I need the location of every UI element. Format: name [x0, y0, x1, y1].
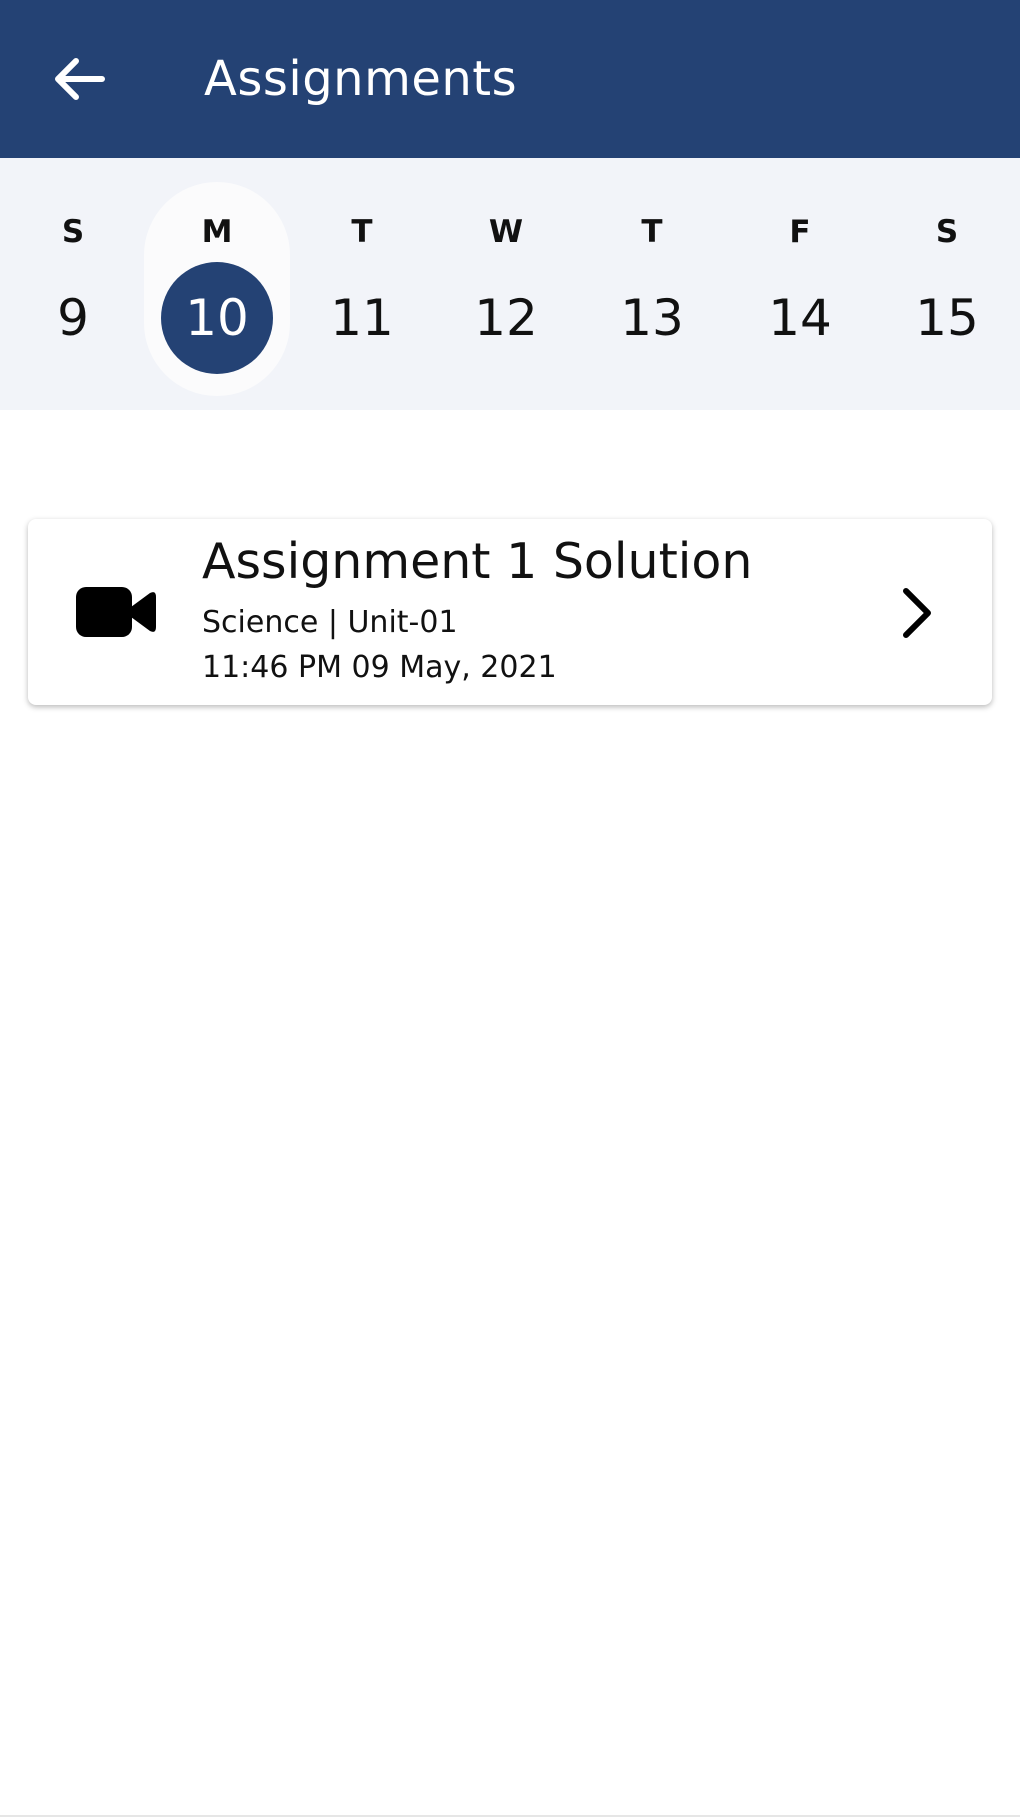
day-number: 13	[620, 289, 684, 347]
day-fri-14[interactable]: F 14	[727, 182, 873, 396]
assignment-title: Assignment 1 Solution	[202, 533, 753, 590]
chevron-right-icon[interactable]	[888, 585, 944, 641]
day-number: 15	[915, 289, 979, 347]
day-sat-15[interactable]: S 15	[874, 182, 1020, 396]
bottom-divider	[0, 1815, 1020, 1817]
assignment-subject-unit: Science | Unit-01	[202, 605, 458, 640]
day-letter: M	[201, 214, 233, 250]
app-bar: Assignments	[0, 0, 1020, 158]
day-number: 12	[474, 289, 538, 347]
back-button[interactable]	[44, 45, 112, 113]
day-mon-10-selected[interactable]: M 10	[144, 182, 290, 396]
assignment-datetime: 11:46 PM 09 May, 2021	[202, 650, 557, 685]
day-letter: S	[61, 214, 85, 250]
day-number: 9	[57, 289, 89, 347]
day-letter: T	[641, 214, 663, 250]
assignment-card[interactable]: Assignment 1 Solution Science | Unit-01 …	[28, 519, 992, 705]
day-sun-9[interactable]: S 9	[0, 182, 146, 396]
day-letter: W	[488, 214, 524, 250]
day-tue-11[interactable]: T 11	[289, 182, 435, 396]
day-thu-13[interactable]: T 13	[579, 182, 725, 396]
page-title: Assignments	[204, 51, 518, 107]
video-camera-icon	[76, 587, 156, 637]
week-date-strip: S 9 M 10 T 11 W 12 T 13 F 14 S 15	[0, 158, 1020, 410]
day-number: 14	[768, 289, 832, 347]
day-letter: T	[351, 214, 373, 250]
arrow-left-icon	[55, 58, 105, 100]
day-wed-12[interactable]: W 12	[433, 182, 579, 396]
day-number: 10	[161, 262, 273, 374]
day-letter: F	[789, 214, 811, 250]
day-number: 11	[330, 289, 394, 347]
day-letter: S	[935, 214, 959, 250]
